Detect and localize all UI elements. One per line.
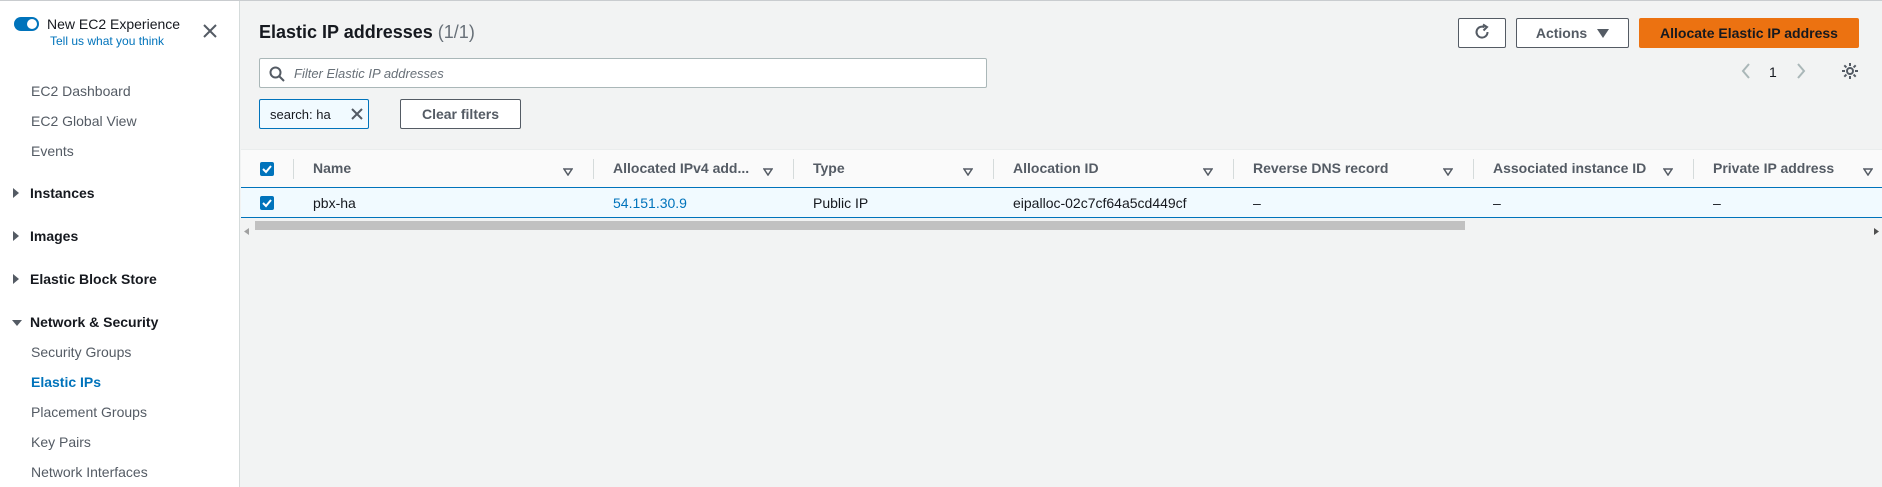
table-row[interactable]: pbx-ha 54.151.30.9 Public IP eipalloc-02… [241, 187, 1882, 218]
main-panel: Elastic IP addresses (1/1) Actions Alloc… [241, 1, 1882, 487]
column-header-type[interactable]: Type [813, 160, 845, 176]
column-separator [1233, 159, 1234, 179]
table-header: Name Allocated IPv4 add... Type Allocati… [241, 149, 1882, 187]
scrollbar-thumb[interactable] [255, 221, 1465, 230]
page-number[interactable]: 1 [1769, 64, 1777, 80]
sidebar-item-ec2-global-view[interactable]: EC2 Global View [31, 113, 137, 129]
sort-icon[interactable] [1202, 163, 1214, 181]
section-label: Images [30, 228, 79, 244]
filter-token: search: ha [259, 99, 369, 129]
sidebar-section-network-security[interactable]: Network & Security [12, 314, 158, 330]
toggle-knob [27, 19, 37, 29]
next-page-icon[interactable] [1796, 63, 1806, 82]
sidebar-section-elastic-block-store[interactable]: Elastic Block Store [12, 271, 157, 287]
column-separator [593, 159, 594, 179]
settings-gear-icon[interactable] [1841, 62, 1859, 83]
sidebar-section-images[interactable]: Images [12, 228, 78, 244]
caret-right-icon [12, 185, 22, 201]
column-header-allocated-ip[interactable]: Allocated IPv4 add... [613, 160, 749, 176]
close-icon[interactable] [202, 23, 218, 39]
sidebar-item-elastic-ips[interactable]: Elastic IPs [31, 374, 101, 390]
clear-filters-button[interactable]: Clear filters [400, 99, 521, 129]
title-count: (1/1) [437, 22, 475, 42]
sidebar: New EC2 Experience Tell us what you thin… [0, 1, 240, 487]
section-label: Network & Security [30, 314, 159, 330]
page-title: Elastic IP addresses (1/1) [259, 22, 475, 43]
feedback-link[interactable]: Tell us what you think [50, 34, 164, 48]
sort-icon[interactable] [962, 163, 974, 181]
sort-icon[interactable] [1862, 163, 1874, 181]
cell-allocated-ip-link[interactable]: 54.151.30.9 [613, 195, 687, 211]
horizontal-scrollbar[interactable] [241, 218, 1882, 235]
column-separator [993, 159, 994, 179]
new-experience-toggle[interactable] [14, 17, 39, 31]
select-all-checkbox[interactable] [260, 162, 274, 176]
column-separator [293, 159, 294, 179]
sidebar-item-events[interactable]: Events [31, 143, 74, 159]
refresh-icon [1473, 23, 1491, 44]
caret-right-icon [12, 228, 22, 244]
scroll-right-icon[interactable] [1874, 222, 1879, 240]
title-text: Elastic IP addresses [259, 22, 433, 42]
column-header-associated-instance-id[interactable]: Associated instance ID [1493, 160, 1646, 176]
caret-down-icon [12, 314, 22, 330]
caret-down-icon [1597, 28, 1610, 38]
sort-icon[interactable] [762, 163, 774, 181]
refresh-button[interactable] [1458, 18, 1506, 48]
sidebar-item-ec2-dashboard[interactable]: EC2 Dashboard [31, 83, 131, 99]
search-icon [269, 66, 285, 87]
row-checkbox[interactable] [260, 196, 274, 210]
search-placeholder: Filter Elastic IP addresses [294, 66, 444, 81]
experience-title: New EC2 Experience [47, 16, 181, 32]
column-header-reverse-dns[interactable]: Reverse DNS record [1253, 160, 1388, 176]
column-header-name[interactable]: Name [313, 160, 351, 176]
filter-token-label: search: ha [270, 106, 331, 122]
sidebar-item-key-pairs[interactable]: Key Pairs [31, 434, 91, 450]
cell-allocation-id: eipalloc-02c7cf64a5cd449cf [1013, 195, 1187, 211]
actions-button[interactable]: Actions [1516, 18, 1629, 48]
sort-icon[interactable] [1662, 163, 1674, 181]
allocate-elastic-ip-button[interactable]: Allocate Elastic IP address [1639, 18, 1859, 48]
sort-icon[interactable] [562, 163, 574, 181]
cell-type: Public IP [813, 195, 869, 211]
cell-instance-id: – [1493, 195, 1501, 211]
search-input[interactable]: Filter Elastic IP addresses [259, 58, 987, 88]
column-header-allocation-id[interactable]: Allocation ID [1013, 160, 1099, 176]
remove-filter-icon[interactable] [350, 107, 364, 124]
section-label: Elastic Block Store [30, 271, 157, 287]
cell-name: pbx-ha [313, 195, 356, 211]
caret-right-icon [12, 271, 22, 287]
column-separator [1693, 159, 1694, 179]
sort-icon[interactable] [1442, 163, 1454, 181]
scroll-left-icon[interactable] [244, 222, 249, 240]
column-separator [793, 159, 794, 179]
previous-page-icon[interactable] [1741, 63, 1751, 82]
sidebar-item-placement-groups[interactable]: Placement Groups [31, 404, 147, 420]
column-header-private-ip[interactable]: Private IP address [1713, 160, 1834, 176]
sidebar-section-instances[interactable]: Instances [12, 185, 95, 201]
sidebar-item-security-groups[interactable]: Security Groups [31, 344, 131, 360]
cell-private-ip: – [1713, 195, 1721, 211]
column-separator [1473, 159, 1474, 179]
sidebar-item-network-interfaces[interactable]: Network Interfaces [31, 464, 148, 480]
actions-label: Actions [1535, 25, 1588, 41]
cell-reverse-dns: – [1253, 195, 1261, 211]
section-label: Instances [30, 185, 95, 201]
